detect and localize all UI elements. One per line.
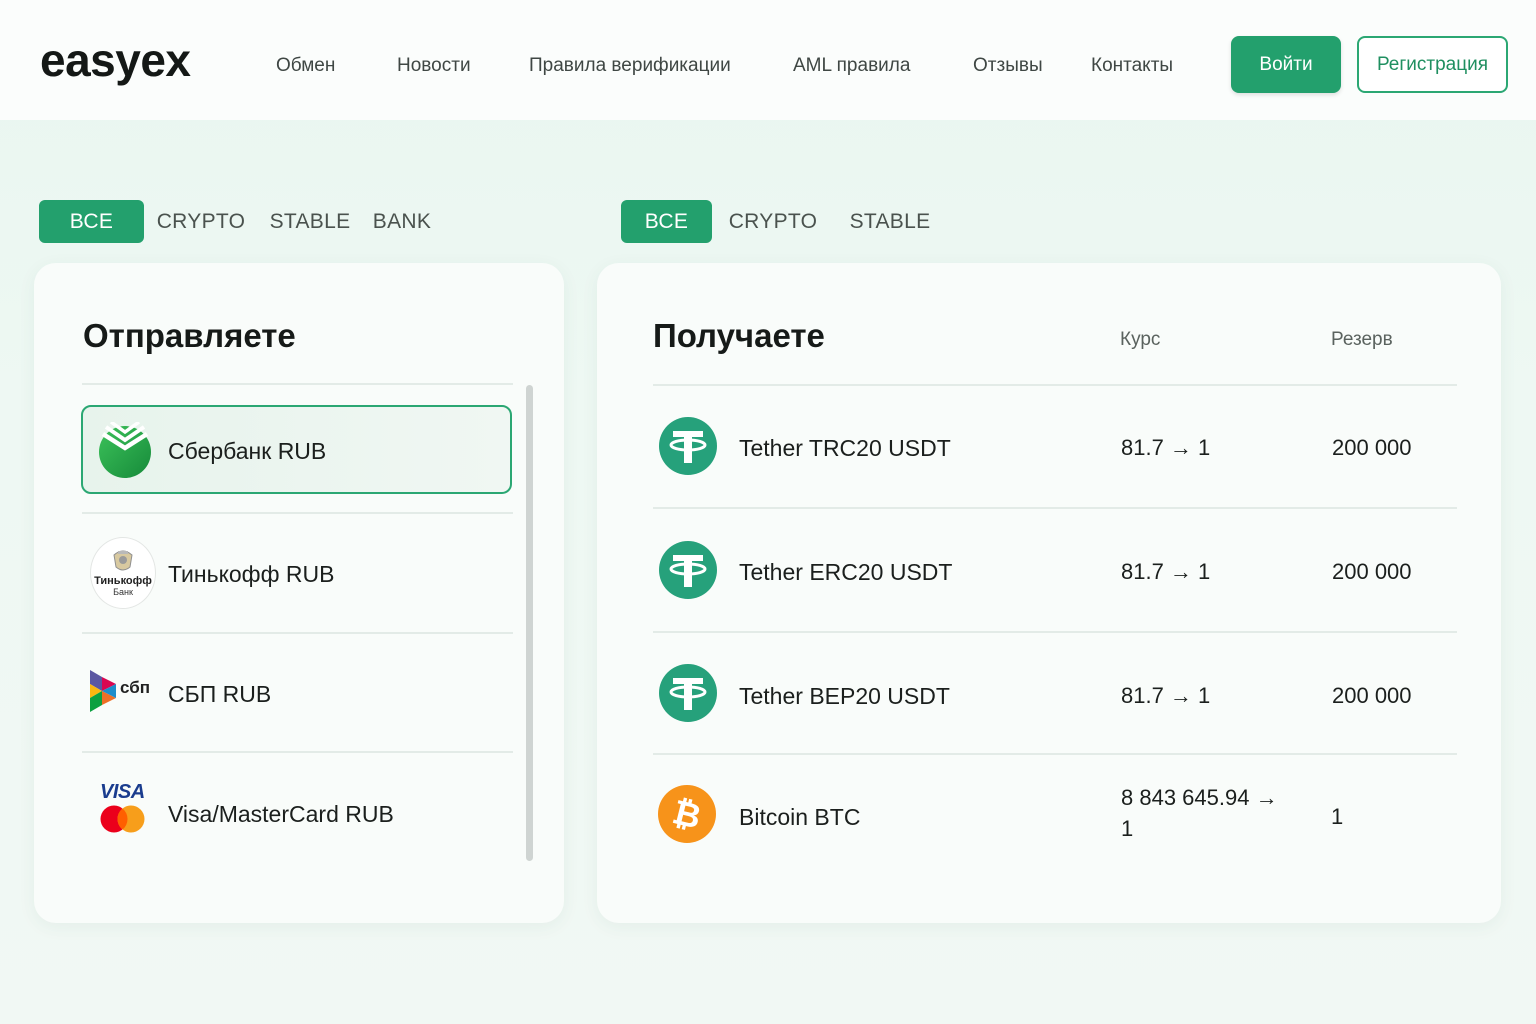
receive-tab-stable[interactable]: STABLE	[850, 200, 930, 243]
send-divider	[82, 383, 513, 385]
reserve-amount: 200 000	[1332, 435, 1412, 460]
tinkoff-logo-subtext: Банк	[113, 587, 133, 597]
send-item-label[interactable]: Сбербанк RUB	[168, 437, 326, 465]
receive-panel-title: Получаете	[653, 317, 825, 354]
exchange-rate: 8 843 645.94 →	[1121, 785, 1278, 810]
send-tab-bank[interactable]: BANK	[372, 200, 432, 243]
send-item-label[interactable]: Тинькофф RUB	[168, 560, 334, 588]
receive-row-divider	[653, 753, 1457, 755]
nav-link-verification-rules[interactable]: Правила верификации	[529, 54, 731, 78]
receive-item-label: Bitcoin BTC	[739, 804, 861, 830]
reserve-column-header: Резерв	[1331, 329, 1393, 350]
rate-column-header: Курс	[1120, 329, 1161, 350]
send-tab-all[interactable]: ВСЕ	[39, 200, 144, 243]
send-item-divider	[82, 632, 513, 634]
nav-link-news[interactable]: Новости	[397, 54, 471, 78]
send-item-label[interactable]: СБП RUB	[168, 680, 271, 708]
bitcoin-icon: ₿	[658, 785, 716, 843]
send-list-scrollbar[interactable]	[526, 385, 533, 861]
tether-icon	[659, 664, 717, 722]
exchange-rate: 81.7 → 1	[1121, 559, 1211, 584]
reserve-amount: 1	[1331, 804, 1344, 829]
site-logo[interactable]: easyex	[40, 30, 191, 90]
reserve-amount: 200 000	[1332, 683, 1412, 708]
mastercard-icon	[100, 805, 145, 833]
nav-link-exchange[interactable]: Обмен	[276, 54, 335, 78]
sbp-icon	[90, 670, 116, 712]
nav-link-contacts[interactable]: Контакты	[1091, 54, 1173, 78]
send-item-divider	[82, 512, 513, 514]
receive-row-divider	[653, 631, 1457, 633]
receive-item-label: Tether ERC20 USDT	[739, 559, 953, 585]
visa-icon: VISA	[100, 781, 145, 803]
tether-icon	[659, 417, 717, 475]
exchange-rate-continuation: 1	[1121, 816, 1134, 841]
send-panel-title: Отправляете	[83, 317, 296, 354]
nav-link-reviews[interactable]: Отзывы	[973, 54, 1043, 78]
send-item-divider	[82, 751, 513, 753]
receive-panel	[597, 263, 1501, 923]
tinkoff-crest-icon	[113, 550, 133, 571]
nav-link-aml-rules[interactable]: AML правила	[793, 54, 910, 78]
sbp-logo-text: сбп	[120, 678, 150, 697]
receive-tab-all[interactable]: ВСЕ	[621, 200, 712, 243]
login-button[interactable]: Войти	[1231, 36, 1341, 93]
receive-tab-crypto[interactable]: CRYPTO	[729, 200, 817, 243]
register-button[interactable]: Регистрация	[1357, 36, 1508, 93]
tinkoff-logo-text: Тинькофф	[94, 575, 152, 587]
send-tab-crypto[interactable]: CRYPTO	[157, 200, 245, 243]
exchange-rate: 81.7 → 1	[1121, 435, 1211, 460]
receive-item-label: Tether BEP20 USDT	[739, 683, 950, 709]
receive-divider	[653, 384, 1457, 386]
reserve-amount: 200 000	[1332, 559, 1412, 584]
top-header: easyex Обмен Новости Правила верификации…	[0, 0, 1536, 120]
send-item-label[interactable]: Visa/MasterCard RUB	[168, 800, 394, 828]
receive-item-label: Tether TRC20 USDT	[739, 435, 951, 461]
sberbank-icon	[99, 422, 151, 478]
send-tab-stable[interactable]: STABLE	[270, 200, 350, 243]
receive-row-divider	[653, 507, 1457, 509]
tinkoff-icon: Тинькофф Банк	[90, 537, 156, 609]
exchange-rate: 81.7 → 1	[1121, 683, 1211, 708]
tether-icon	[659, 541, 717, 599]
